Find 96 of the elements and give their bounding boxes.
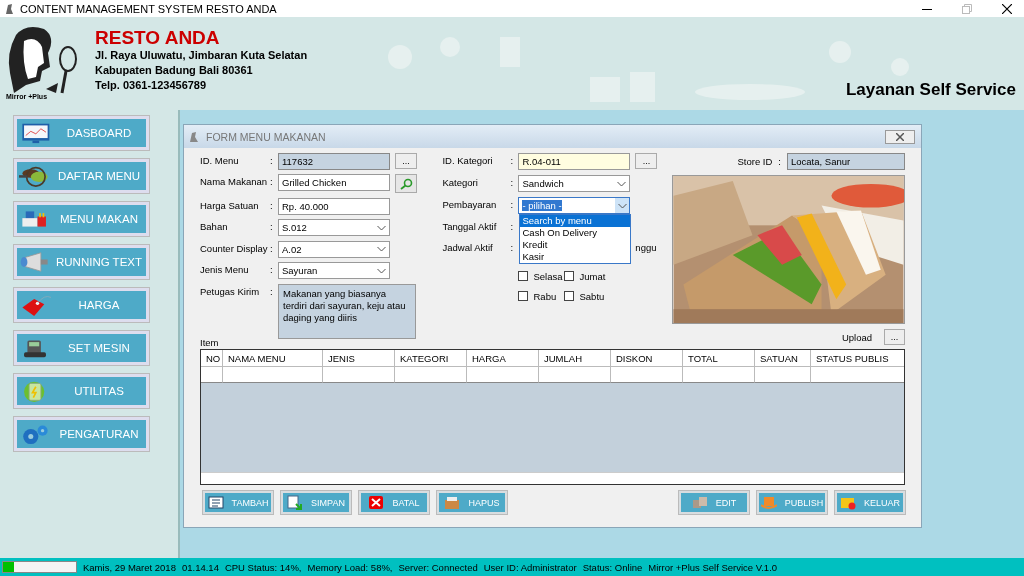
field-label: Counter Display bbox=[200, 241, 269, 254]
table-cell[interactable] bbox=[683, 367, 755, 383]
status-text: Kamis, 29 Maret 2018 bbox=[83, 561, 176, 573]
colon: : bbox=[510, 220, 515, 232]
restore-icon bbox=[962, 3, 972, 14]
field-label: Jadwal Aktif bbox=[442, 241, 494, 253]
day-checkbox[interactable]: Rabu bbox=[518, 288, 565, 304]
colon: : bbox=[510, 154, 515, 166]
checkbox-label: nggu bbox=[634, 242, 657, 255]
chevron-down-icon bbox=[617, 180, 627, 187]
field-label: Petugas Kirim bbox=[200, 284, 261, 297]
chevron-down-icon bbox=[377, 246, 386, 253]
text-field[interactable]: Grilled Chicken bbox=[278, 174, 390, 192]
status-text: Server: Connected bbox=[398, 561, 478, 573]
search-button[interactable] bbox=[395, 174, 417, 194]
field-label: ID. Kategori bbox=[442, 154, 494, 166]
field-label: Kategori bbox=[442, 176, 479, 188]
table-cell[interactable] bbox=[755, 367, 811, 383]
colon: : bbox=[270, 284, 274, 297]
browse-button[interactable]: ... bbox=[635, 153, 658, 169]
horizontal-scrollbar[interactable] bbox=[201, 472, 904, 484]
status-text: Status: Online bbox=[582, 561, 643, 573]
dropdown-option[interactable]: Kredit bbox=[520, 239, 631, 251]
colon: : bbox=[270, 263, 274, 276]
colon: : bbox=[510, 241, 515, 253]
package-icon bbox=[760, 495, 777, 510]
table-cell[interactable] bbox=[611, 367, 683, 383]
field-label: ID. Menu bbox=[200, 154, 240, 166]
chevron-down-icon bbox=[618, 202, 627, 209]
field-label: Harga Satuan bbox=[200, 198, 260, 211]
list-icon bbox=[207, 495, 224, 510]
table-caption: Item bbox=[200, 337, 219, 349]
address-line: Jl. Raya Uluwatu, Jimbaran Kuta Selatan bbox=[95, 48, 308, 63]
colon: : bbox=[270, 198, 274, 211]
table-cell[interactable] bbox=[395, 367, 467, 383]
colon: : bbox=[510, 198, 515, 210]
day-checkbox[interactable]: Sabtu bbox=[564, 288, 611, 304]
combo-box[interactable]: S.012 bbox=[278, 219, 390, 237]
drawer-icon bbox=[444, 495, 461, 510]
form-title: FORM MENU MAKANAN bbox=[206, 130, 326, 143]
colon: : bbox=[270, 220, 274, 233]
colon: : bbox=[510, 176, 515, 188]
status-text: CPU Status: 14%, bbox=[224, 561, 302, 573]
service-title: Layanan Self Service bbox=[845, 80, 1016, 100]
browse-button[interactable]: ... bbox=[395, 153, 417, 169]
table-cell[interactable] bbox=[201, 367, 223, 383]
upload-label: Upload bbox=[841, 331, 872, 343]
status-text: Mirror +Plus Self Service V.1.0 bbox=[648, 561, 778, 573]
combo-box[interactable]: - pilihan - bbox=[518, 197, 631, 214]
day-checkbox[interactable]: Jumat bbox=[564, 268, 611, 284]
colon: : bbox=[778, 156, 781, 167]
chevron-down-icon bbox=[377, 267, 386, 274]
cancel-icon bbox=[368, 495, 385, 510]
colon: : bbox=[270, 154, 274, 166]
text-field[interactable]: R.04-011 bbox=[518, 153, 631, 170]
close-button[interactable] bbox=[885, 129, 915, 144]
dropdown-option[interactable]: Kasir bbox=[520, 251, 631, 263]
combo-box[interactable]: Sayuran bbox=[278, 262, 390, 280]
status-text: User ID: Administrator bbox=[483, 561, 577, 573]
field-label: Store ID bbox=[737, 156, 773, 167]
search-icon bbox=[399, 177, 413, 190]
chevron-down-icon bbox=[377, 224, 386, 231]
folder-icon bbox=[840, 495, 856, 510]
dropdown-option[interactable]: Search by menu bbox=[520, 215, 631, 227]
text-field[interactable]: 117632 bbox=[278, 153, 390, 170]
app-icon bbox=[4, 2, 14, 15]
field-label: Bahan bbox=[200, 220, 229, 233]
address-line: Telp. 0361-123456789 bbox=[95, 78, 208, 93]
day-checkbox[interactable]: Selasa bbox=[518, 268, 565, 284]
table-cell[interactable] bbox=[323, 367, 395, 383]
combo-box[interactable]: Sandwich bbox=[518, 175, 631, 192]
text-field[interactable]: Rp. 40.000 bbox=[278, 197, 390, 215]
close-icon bbox=[1002, 3, 1012, 14]
window-title: CONTENT MANAGEMENT SYSTEM RESTO ANDA bbox=[20, 2, 277, 15]
field-label: Pembayaran bbox=[442, 198, 498, 210]
table-cell[interactable] bbox=[223, 367, 323, 383]
status-text: 01.14.14 bbox=[181, 561, 219, 573]
upload-button[interactable]: ... bbox=[884, 329, 905, 345]
dropdown-option[interactable]: Cash On Delivery bbox=[520, 227, 631, 239]
table-cell[interactable] bbox=[467, 367, 539, 383]
text-field[interactable]: Locata, Sanur bbox=[787, 153, 905, 170]
combo-box[interactable]: A.02 bbox=[278, 240, 390, 258]
colon: : bbox=[270, 241, 274, 254]
address-line: Kabupaten Badung Bali 80361 bbox=[95, 63, 254, 78]
field-label: Jenis Menu bbox=[200, 263, 250, 276]
field-label: Tanggal Aktif bbox=[442, 220, 498, 232]
text-area[interactable]: Makanan yang biasanya terdiri dari sayuran, keju atau daging yang diiris bbox=[278, 283, 416, 339]
disk-icon bbox=[287, 495, 304, 510]
field-label: Nama Makanan bbox=[200, 175, 269, 188]
megaphone-icon bbox=[19, 249, 51, 275]
table-cell[interactable] bbox=[539, 367, 611, 383]
status-text: Memory Load: 58%, bbox=[307, 561, 393, 573]
restaurant-name: RESTO ANDA bbox=[95, 27, 221, 48]
close-icon bbox=[896, 132, 904, 141]
colon: : bbox=[270, 175, 274, 188]
boxes-icon bbox=[691, 495, 708, 510]
